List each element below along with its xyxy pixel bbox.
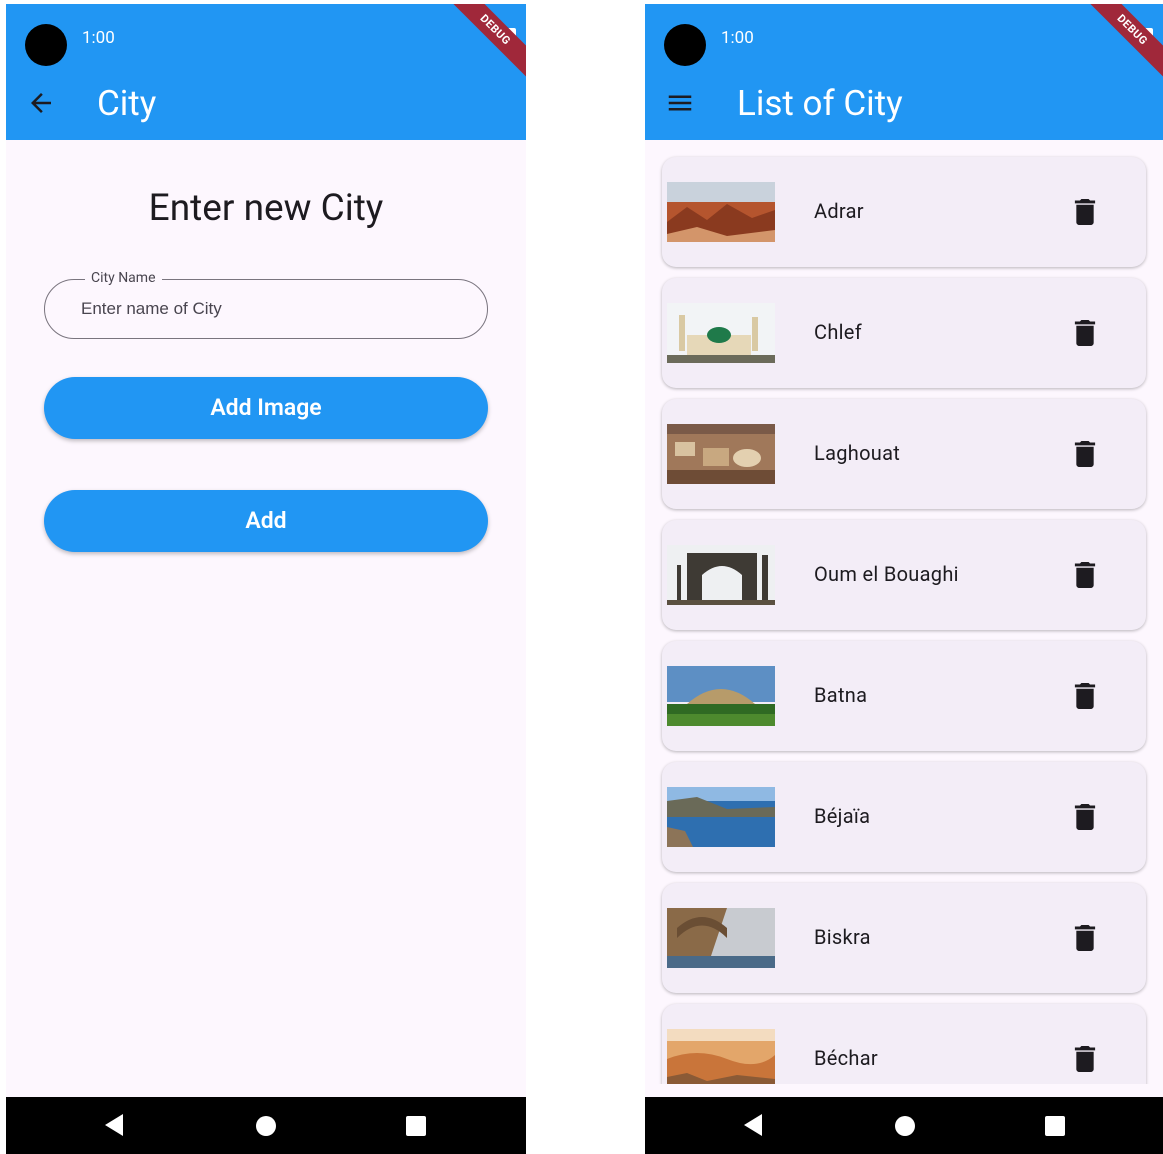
city-name: Béjaïa — [814, 804, 871, 828]
trash-icon[interactable] — [1074, 683, 1096, 709]
form-heading: Enter new City — [148, 187, 384, 230]
trash-icon[interactable] — [1074, 441, 1096, 467]
nav-recents-icon[interactable] — [1045, 1116, 1065, 1136]
city-image — [667, 908, 775, 968]
city-image — [667, 545, 775, 605]
trash-icon[interactable] — [1074, 199, 1096, 225]
add-city-screen: 1:00 DEBUG City Enter new City City Name… — [6, 4, 526, 1154]
trash-icon[interactable] — [1074, 804, 1096, 830]
trash-icon[interactable] — [1074, 562, 1096, 588]
camera-cutout — [25, 24, 67, 66]
nav-back-icon[interactable] — [105, 1114, 123, 1136]
city-name: Béchar — [814, 1046, 879, 1070]
city-list-screen: 1:00 DEBUG List of City Adrar Chlef Lagh… — [645, 4, 1163, 1154]
nav-home-icon[interactable] — [256, 1116, 276, 1136]
debug-banner: DEBUG — [441, 4, 526, 84]
city-name-input[interactable] — [81, 296, 461, 322]
city-name-field[interactable]: City Name — [44, 270, 488, 339]
nav-back-icon[interactable] — [744, 1114, 762, 1136]
nav-recents-icon[interactable] — [406, 1116, 426, 1136]
page-title: City — [97, 83, 157, 124]
app-bar: 1:00 DEBUG City — [6, 4, 526, 140]
list-item[interactable]: Béchar — [662, 1004, 1146, 1084]
city-name: Chlef — [814, 320, 862, 344]
city-name: Oum el Bouaghi — [814, 562, 959, 586]
list-item[interactable]: Béjaïa — [662, 762, 1146, 872]
debug-banner: DEBUG — [1078, 4, 1163, 84]
page-title: List of City — [737, 83, 903, 124]
list-item[interactable]: Oum el Bouaghi — [662, 520, 1146, 630]
status-time: 1:00 — [721, 28, 754, 48]
status-time: 1:00 — [82, 28, 115, 48]
arrow-back-icon[interactable] — [26, 88, 56, 118]
city-name: Batna — [814, 683, 868, 707]
trash-icon[interactable] — [1074, 320, 1096, 346]
city-name-label: City Name — [85, 270, 162, 286]
add-image-button[interactable]: Add Image — [44, 377, 488, 439]
list-item[interactable]: Batna — [662, 641, 1146, 751]
city-image — [667, 1029, 775, 1084]
city-list[interactable]: Adrar Chlef Laghouat Oum el Bouaghi Batn… — [645, 140, 1163, 1084]
list-item[interactable]: Biskra — [662, 883, 1146, 993]
city-image — [667, 666, 775, 726]
menu-icon[interactable] — [665, 88, 695, 118]
list-item[interactable]: Chlef — [662, 278, 1146, 388]
app-bar: 1:00 DEBUG List of City — [645, 4, 1163, 140]
list-item[interactable]: Laghouat — [662, 399, 1146, 509]
city-image — [667, 787, 775, 847]
city-image — [667, 303, 775, 363]
city-name: Biskra — [814, 925, 871, 949]
trash-icon[interactable] — [1074, 925, 1096, 951]
city-image — [667, 424, 775, 484]
city-name: Adrar — [814, 199, 864, 223]
trash-icon[interactable] — [1074, 1046, 1096, 1072]
city-name: Laghouat — [814, 441, 901, 465]
system-nav-bar — [6, 1097, 526, 1154]
add-button[interactable]: Add — [44, 490, 488, 552]
system-nav-bar — [645, 1097, 1163, 1154]
city-image — [667, 182, 775, 242]
nav-home-icon[interactable] — [895, 1116, 915, 1136]
camera-cutout — [664, 24, 706, 66]
list-item[interactable]: Adrar — [662, 157, 1146, 267]
